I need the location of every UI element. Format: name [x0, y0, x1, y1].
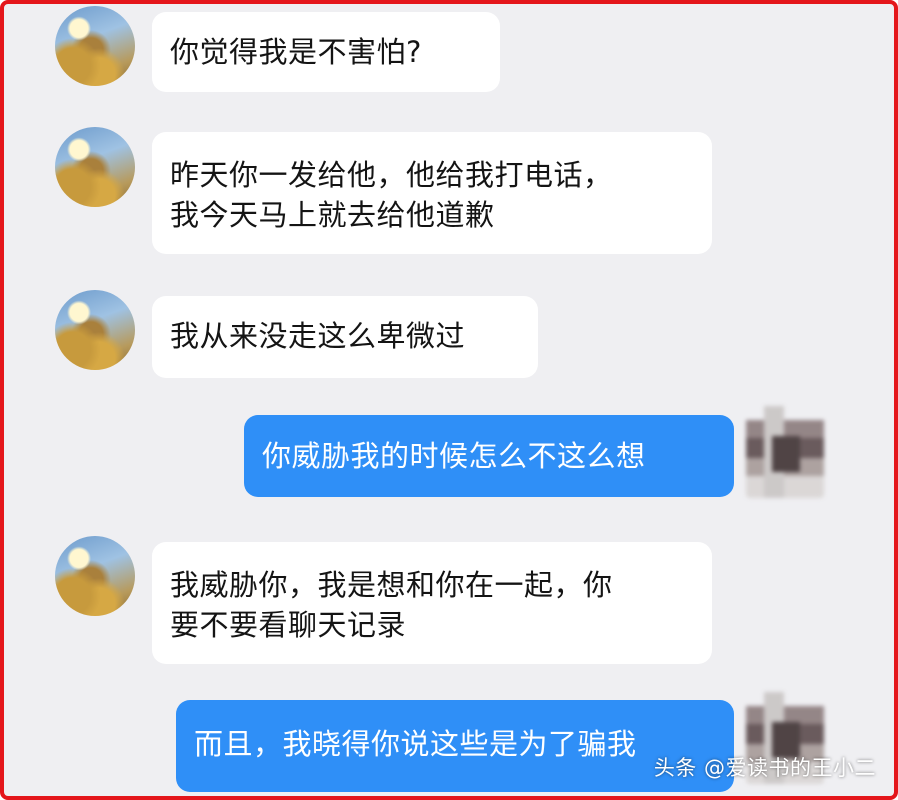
contact-avatar[interactable]	[55, 536, 135, 616]
incoming-message-bubble: 我威胁你，我是想和你在一起，你 要不要看聊天记录	[152, 542, 712, 664]
chat-screenshot-frame: 你觉得我是不害怕? 昨天你一发给他，他给我打电话， 我今天马上就去给他道歉 我从…	[0, 0, 898, 800]
outgoing-message-bubble: 你威胁我的时候怎么不这么想	[244, 415, 734, 497]
message-text: 我从来没走这么卑微过	[170, 319, 466, 353]
outgoing-message-bubble: 而且，我晓得你说这些是为了骗我	[176, 700, 734, 792]
contact-avatar[interactable]	[55, 127, 135, 207]
incoming-message-bubble: 昨天你一发给他，他给我打电话， 我今天马上就去给他道歉	[152, 132, 712, 254]
watermark-text: 头条 @爱读书的王小二	[653, 756, 876, 780]
incoming-message-bubble: 你觉得我是不害怕?	[152, 12, 500, 92]
incoming-message-bubble: 我从来没走这么卑微过	[152, 296, 538, 378]
message-text-line: 要不要看聊天记录	[170, 608, 407, 642]
message-text-line: 我威胁你，我是想和你在一起，你	[170, 568, 613, 602]
message-text-line: 我今天马上就去给他道歉	[170, 198, 495, 232]
contact-avatar[interactable]	[55, 290, 135, 370]
contact-avatar[interactable]	[55, 6, 135, 86]
message-text: 你觉得我是不害怕?	[170, 35, 422, 69]
user-avatar[interactable]	[746, 406, 824, 498]
message-text: 你威胁我的时候怎么不这么想	[262, 439, 646, 473]
message-text-line: 昨天你一发给他，他给我打电话，	[170, 158, 613, 192]
